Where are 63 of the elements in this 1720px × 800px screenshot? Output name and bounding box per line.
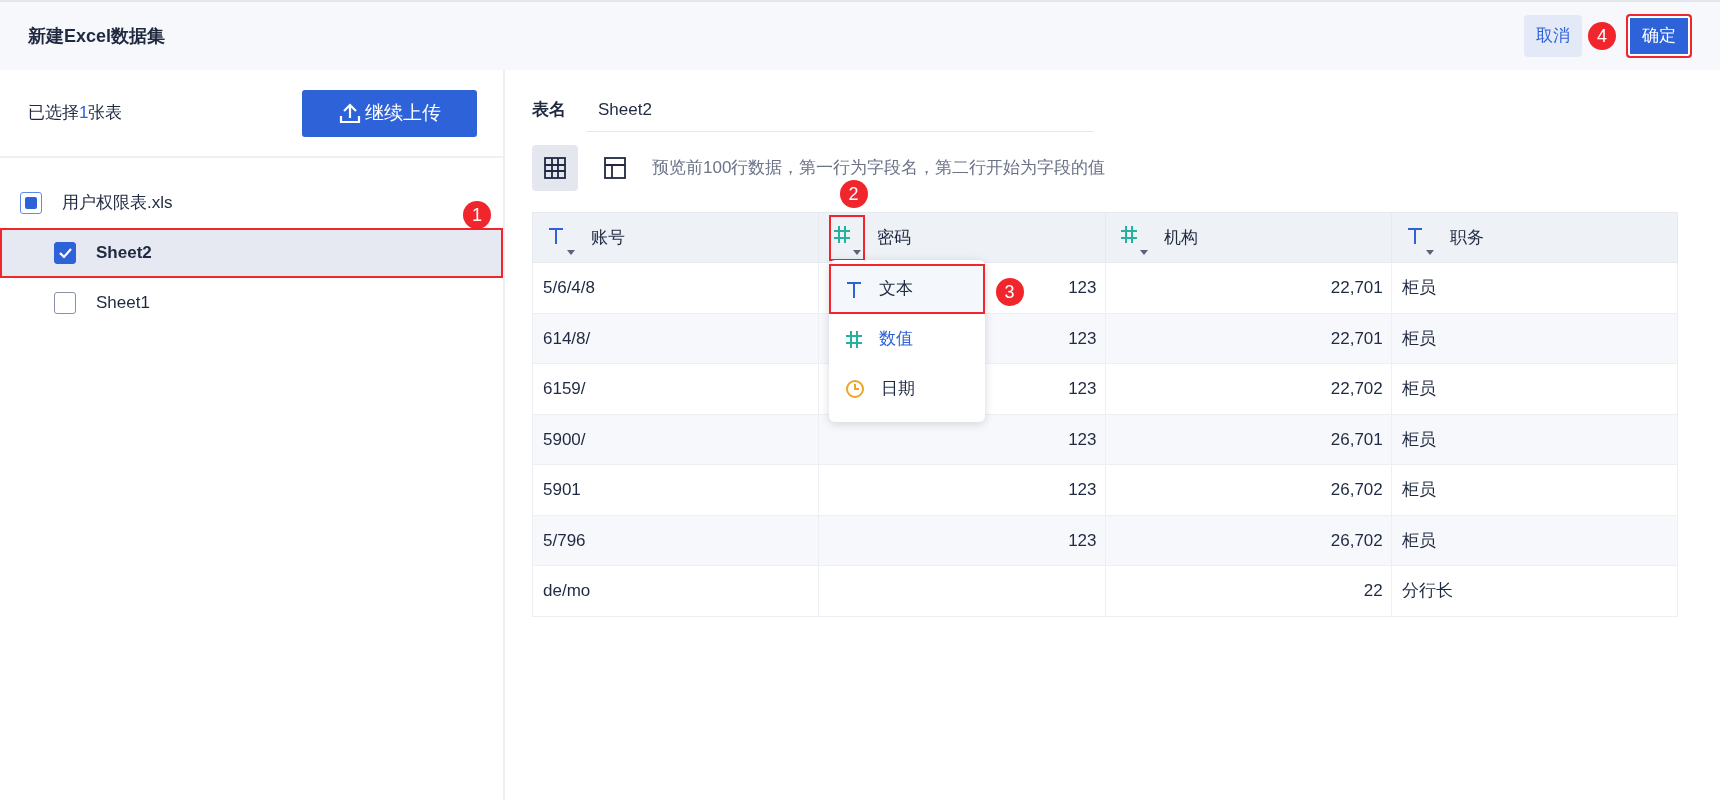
table-cell: 柜员 [1391, 262, 1678, 313]
layout-icon [603, 156, 627, 180]
column-header: 密码 [818, 212, 1105, 263]
checkbox[interactable] [20, 192, 42, 214]
table-cell: de/mo [532, 565, 819, 616]
table-cell: 123 [818, 515, 1105, 566]
confirm-button[interactable]: 确定 [1626, 14, 1692, 58]
hash-icon [1119, 225, 1138, 244]
table-cell: 分行长 [1391, 565, 1678, 616]
caret-icon [1139, 249, 1148, 255]
grid-view-button[interactable] [532, 145, 578, 191]
table-cell: 5901 [532, 464, 819, 515]
sheet-item[interactable]: Sheet1 [0, 278, 503, 328]
table-cell: 5/6/4/8 [532, 262, 819, 313]
callout-badge: 2 [839, 180, 868, 208]
table-cell: 5/796 [532, 515, 819, 566]
table-cell: 26,702 [1105, 515, 1392, 566]
column-header: 机构 [1105, 212, 1392, 263]
table-cell: 柜员 [1391, 464, 1678, 515]
grid-icon [543, 156, 567, 180]
table-cell: 22,701 [1105, 262, 1392, 313]
caret-icon [1425, 249, 1434, 255]
menu-item[interactable]: 日期 [828, 364, 985, 414]
column-header: 职务 [1391, 212, 1678, 263]
cancel-button[interactable]: 取消 [1524, 15, 1582, 57]
table-name-label: 表名 [532, 99, 566, 122]
clock-icon [844, 379, 865, 399]
dialog-title: 新建Excel数据集 [28, 24, 166, 48]
table-cell: 22 [1105, 565, 1392, 616]
table-name-field[interactable]: Sheet2 [586, 88, 1094, 132]
table-cell: 614/8/ [532, 313, 819, 364]
callout-badge: 3 [995, 278, 1024, 306]
menu-item[interactable]: 文本 [828, 264, 985, 314]
table-cell: 柜员 [1391, 313, 1678, 364]
table-cell: 柜员 [1391, 363, 1678, 414]
menu-item[interactable]: 数值 [828, 314, 985, 364]
text-type-icon [1405, 225, 1424, 244]
file-name: 用户权限表.xls [62, 192, 173, 215]
table-cell: 柜员 [1391, 515, 1678, 566]
callout-badge: 1 [463, 201, 491, 229]
sheet-item[interactable]: Sheet2 [0, 228, 503, 278]
upload-icon [338, 102, 361, 124]
selection-summary: 已选择1张表 [28, 102, 123, 125]
caret-icon [853, 249, 862, 255]
text-type-icon [844, 280, 863, 298]
table-cell: 26,702 [1105, 464, 1392, 515]
column-header: 账号 [532, 212, 819, 263]
text-type-icon [547, 225, 565, 244]
hash-icon [833, 225, 852, 244]
table-cell: 22,701 [1105, 313, 1392, 364]
hash-icon [844, 329, 863, 349]
table-cell: 26,701 [1105, 414, 1392, 465]
table-cell: 22,702 [1105, 363, 1392, 414]
table-cell: 5900/ [532, 414, 819, 465]
hint-text: 预览前100行数据，第一行为字段名，第二行开始为字段的值 [652, 157, 1106, 180]
table-cell: 123 [818, 464, 1105, 515]
checkbox[interactable] [54, 242, 76, 264]
upload-button[interactable]: 继续上传 [302, 89, 477, 137]
table-cell: 柜员 [1391, 414, 1678, 465]
checkbox[interactable] [54, 292, 76, 314]
caret-icon [567, 249, 575, 255]
table-cell: 6159/ [532, 363, 819, 414]
callout-badge: 4 [1588, 22, 1616, 50]
